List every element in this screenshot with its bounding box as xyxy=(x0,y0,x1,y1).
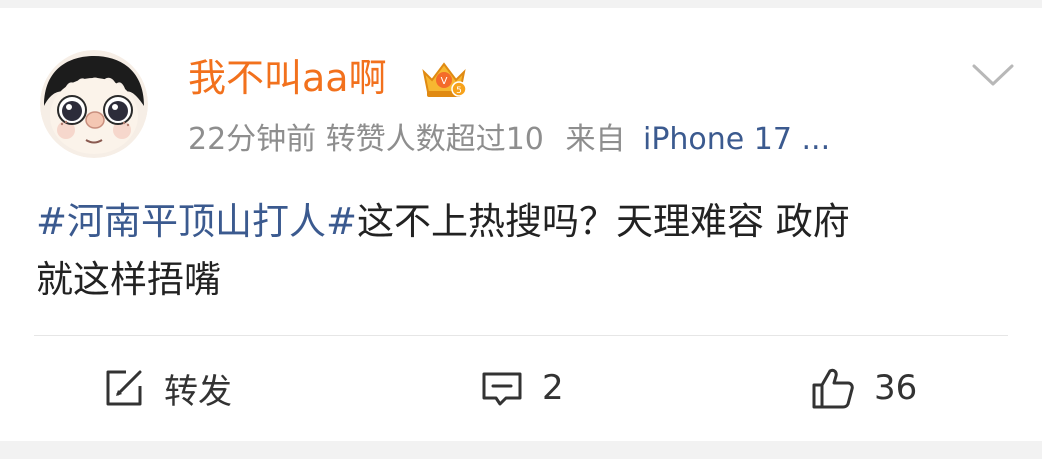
post-content: #河南平顶山打人#这不上热搜吗？天理难容 政府 就这样捂嘴 xyxy=(36,193,1016,309)
post-meta: 22分钟前 转赞人数超过10 来自 iPhone 17 ... xyxy=(188,120,830,160)
repost-icon xyxy=(102,366,146,410)
comment-count: 2 xyxy=(542,368,564,408)
username[interactable]: 我不叫aa啊 xyxy=(188,56,387,100)
top-separator xyxy=(0,0,1042,8)
like-button[interactable]: 36 xyxy=(810,360,917,416)
comment-icon xyxy=(480,366,524,410)
divider xyxy=(34,335,1008,336)
chevron-down-icon[interactable] xyxy=(970,60,1016,90)
repost-label: 转发 xyxy=(164,371,232,412)
post-text-line2: 就这样捂嘴 xyxy=(36,258,221,301)
post-time-stats: 22分钟前 转赞人数超过10 xyxy=(188,122,544,157)
thumbs-up-icon xyxy=(810,365,856,411)
like-count: 36 xyxy=(874,368,918,408)
post-text-line1: 这不上热搜吗？天理难容 政府 xyxy=(357,200,850,243)
source-prefix: 来自 xyxy=(565,122,626,157)
svg-text:5: 5 xyxy=(456,86,462,96)
weibo-post-card: 我不叫aa啊 V 5 22分钟前 转赞人数超过10 来自 iPhone 17 .… xyxy=(0,0,1042,459)
vip-crown-badge-icon[interactable]: V 5 xyxy=(418,58,470,100)
bottom-separator xyxy=(0,441,1042,459)
svg-text:V: V xyxy=(441,76,448,87)
hashtag-link[interactable]: #河南平顶山打人# xyxy=(36,200,357,243)
user-avatar[interactable] xyxy=(40,50,148,158)
comment-button[interactable]: 2 xyxy=(480,360,564,416)
repost-button[interactable]: 转发 xyxy=(102,360,232,416)
source-device[interactable]: iPhone 17 ... xyxy=(643,122,830,157)
